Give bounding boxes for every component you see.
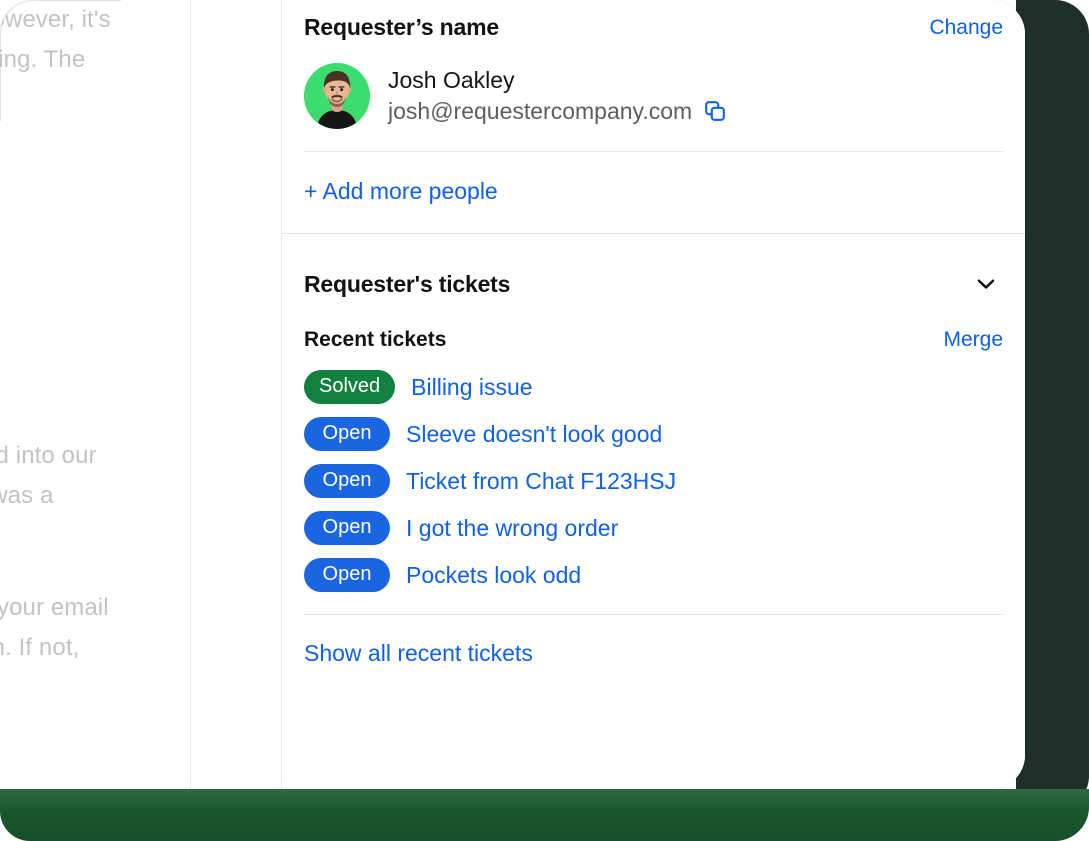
status-badge[interactable]: Open [304, 511, 390, 545]
ticket-row[interactable]: Open Pockets look odd [304, 558, 1003, 592]
requester-detail-panel: Requester’s name Change [282, 0, 1025, 789]
ticket-row[interactable]: Open I got the wrong order [304, 511, 1003, 545]
chevron-down-icon[interactable] [969, 267, 1003, 301]
requester-divider [304, 151, 1003, 152]
requester-identity-block: Josh Oakley josh@requestercompany.com [282, 63, 1025, 129]
recent-tickets-list: Solved Billing issue Open Sleeve doesn't… [282, 370, 1025, 592]
background-content-column: however, it's thing. The ved into our e … [0, 0, 191, 789]
requester-section-title: Requester’s name [304, 14, 499, 41]
status-badge[interactable]: Open [304, 464, 390, 498]
status-badge[interactable]: Solved [304, 370, 395, 404]
requester-email-row: josh@requestercompany.com [388, 98, 727, 126]
status-badge[interactable]: Open [304, 558, 390, 592]
background-text-block-3: ck your email tion. If not, [0, 588, 109, 668]
background-text-block-2: ved into our e was a [0, 436, 97, 516]
ticket-subject-link[interactable]: Billing issue [411, 374, 532, 401]
status-badge[interactable]: Open [304, 417, 390, 451]
ticket-subject-link[interactable]: Sleeve doesn't look good [406, 421, 662, 448]
background-text-block-1: however, it's thing. The [0, 0, 111, 80]
ticket-subject-link[interactable]: I got the wrong order [406, 515, 618, 542]
recent-tickets-header: Recent tickets Merge [282, 328, 1025, 352]
ticket-subject-link[interactable]: Pockets look odd [406, 562, 581, 589]
requester-section-header: Requester’s name Change [282, 0, 1025, 41]
copy-icon[interactable] [703, 99, 727, 123]
add-more-people-link[interactable]: + Add more people [282, 178, 1025, 205]
show-all-recent-tickets-link[interactable]: Show all recent tickets [282, 640, 1025, 667]
requester-row[interactable]: Josh Oakley josh@requestercompany.com [304, 63, 1003, 129]
tickets-divider [304, 614, 1003, 615]
section-divider [282, 233, 1025, 234]
background-panel-right [1016, 0, 1089, 810]
recent-tickets-title: Recent tickets [304, 328, 446, 352]
ticket-row[interactable]: Solved Billing issue [304, 370, 1003, 404]
requester-name: Josh Oakley [388, 67, 727, 95]
requester-email: josh@requestercompany.com [388, 98, 692, 126]
column-divider-left [190, 0, 191, 789]
screenshot-root: however, it's thing. The ved into our e … [0, 0, 1089, 841]
requester-info: Josh Oakley josh@requestercompany.com [388, 67, 727, 125]
ticket-row[interactable]: Open Sleeve doesn't look good [304, 417, 1003, 451]
background-panel-bottom [0, 789, 1089, 841]
tickets-section-header[interactable]: Requester's tickets [282, 267, 1025, 301]
app-window: however, it's thing. The ved into our e … [0, 0, 1025, 789]
ticket-subject-link[interactable]: Ticket from Chat F123HSJ [406, 468, 676, 495]
avatar[interactable] [304, 63, 370, 129]
tickets-section-title: Requester's tickets [304, 271, 510, 298]
merge-tickets-link[interactable]: Merge [943, 328, 1003, 352]
ticket-row[interactable]: Open Ticket from Chat F123HSJ [304, 464, 1003, 498]
change-requester-link[interactable]: Change [929, 16, 1003, 40]
